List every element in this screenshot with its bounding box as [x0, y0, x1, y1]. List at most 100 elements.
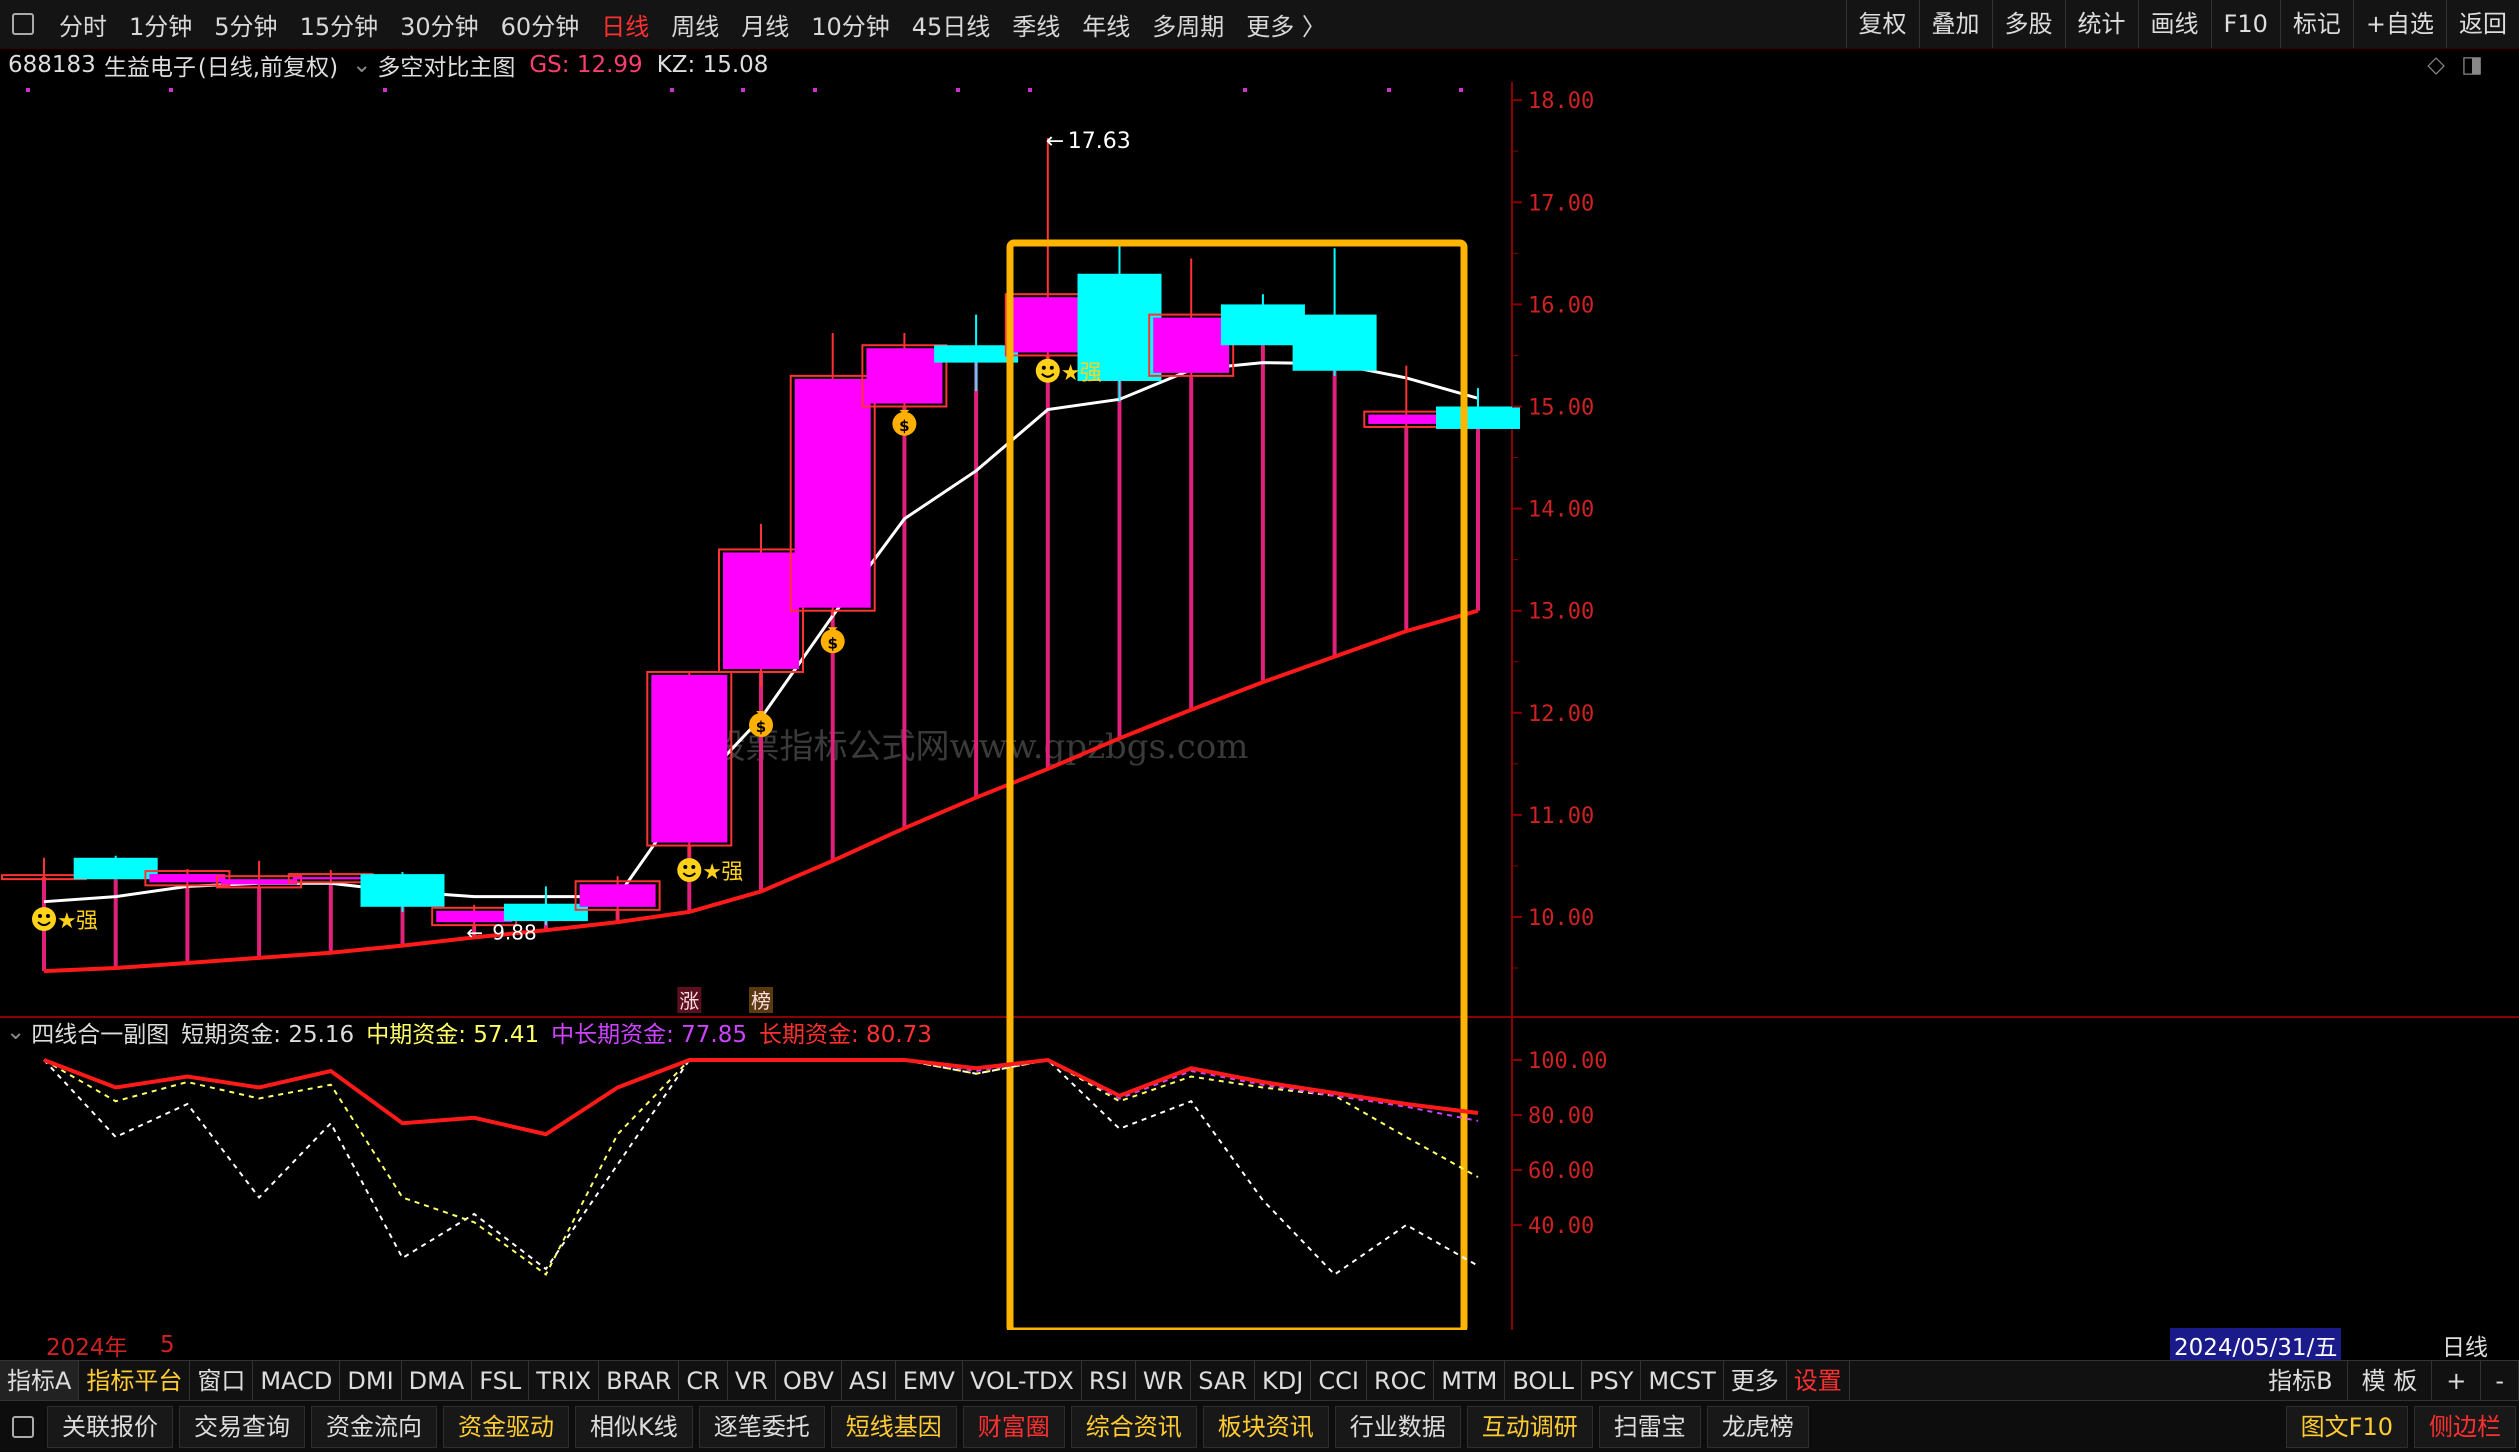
- menu-icon[interactable]: [12, 1415, 34, 1438]
- axis-label-main: 11.00: [1528, 804, 1594, 829]
- tab-14[interactable]: VOL-TDX: [963, 1361, 1082, 1401]
- bottom-right-0[interactable]: 图文F10: [2285, 1406, 2408, 1448]
- marker-dot: [26, 88, 30, 92]
- candlestick-chart[interactable]: 股票指标公式网www.gpzbgs.com ★ 强★ 强$$$★ 强 17.63←← 9…: [0, 82, 2519, 1330]
- mid-long-term-fund: 中长期资金: 77.85: [551, 1022, 747, 1048]
- tab-right-3[interactable]: -: [2481, 1361, 2519, 1401]
- tab-26[interactable]: 设置: [1787, 1361, 1850, 1401]
- tab-22[interactable]: BOLL: [1505, 1361, 1583, 1401]
- period-1[interactable]: 1分钟: [118, 7, 203, 42]
- tab-1[interactable]: 指标平台: [79, 1361, 191, 1401]
- tab-23[interactable]: PSY: [1582, 1361, 1642, 1401]
- period-7[interactable]: 周线: [660, 7, 730, 42]
- period-6[interactable]: 日线: [590, 7, 660, 42]
- period-3[interactable]: 15分钟: [289, 7, 390, 42]
- candle-body: [651, 674, 728, 843]
- period-4[interactable]: 30分钟: [389, 7, 490, 42]
- period-12[interactable]: 年线: [1071, 7, 1141, 42]
- period-14[interactable]: 更多 〉: [1235, 7, 1337, 42]
- period-13[interactable]: 多周期: [1141, 7, 1235, 42]
- toolbar-button-5[interactable]: F10: [2210, 0, 2280, 48]
- smile-icon: [32, 907, 56, 932]
- sub-indicator-name[interactable]: 四线合一副图: [31, 1015, 169, 1049]
- tab-3[interactable]: MACD: [253, 1361, 341, 1401]
- indicator-name[interactable]: 多空对比主图: [377, 48, 515, 82]
- tab-8[interactable]: BRAR: [599, 1361, 680, 1401]
- bottom-button-2[interactable]: 资金流向: [311, 1405, 437, 1448]
- bottom-button-13[interactable]: 龙虎榜: [1706, 1405, 1809, 1448]
- candle-body: [723, 552, 799, 669]
- dropdown-icon[interactable]: ⌄: [6, 1019, 25, 1045]
- tab-10[interactable]: VR: [728, 1361, 776, 1401]
- toolbar-button-4[interactable]: 画线: [2137, 0, 2211, 48]
- period-11[interactable]: 季线: [1001, 7, 1071, 42]
- tab-9[interactable]: CR: [679, 1361, 728, 1401]
- tab-4[interactable]: DMI: [340, 1361, 402, 1401]
- tab-2[interactable]: 窗口: [190, 1361, 254, 1401]
- period-10[interactable]: 45日线: [901, 7, 1002, 42]
- toolbar-button-8[interactable]: 返回: [2446, 0, 2519, 48]
- menu-icon[interactable]: [12, 13, 34, 35]
- dropdown-icon[interactable]: ⌄: [352, 52, 371, 78]
- bottom-button-5[interactable]: 逐笔委托: [698, 1405, 825, 1448]
- period-0[interactable]: 分时: [48, 7, 118, 42]
- bottom-button-6[interactable]: 短线基因: [830, 1405, 957, 1448]
- tab-0[interactable]: 指标A: [0, 1361, 80, 1401]
- tab-18[interactable]: KDJ: [1255, 1361, 1312, 1401]
- kz-value: KZ: 15.08: [656, 52, 769, 78]
- tab-21[interactable]: MTM: [1434, 1361, 1506, 1401]
- bottom-button-7[interactable]: 财富圈: [962, 1405, 1065, 1448]
- bottom-button-1[interactable]: 交易查询: [179, 1405, 305, 1448]
- tab-16[interactable]: WR: [1136, 1361, 1192, 1401]
- bottom-button-8[interactable]: 综合资讯: [1070, 1405, 1197, 1448]
- candle-body: [866, 348, 943, 404]
- tab-15[interactable]: RSI: [1082, 1361, 1136, 1401]
- axis-label-sub: 100.00: [1528, 1049, 1607, 1074]
- axis-label-sub: 60.00: [1528, 1159, 1594, 1184]
- tab-5[interactable]: DMA: [402, 1361, 473, 1401]
- tab-25[interactable]: 更多: [1724, 1361, 1787, 1401]
- bottom-button-3[interactable]: 资金驱动: [443, 1405, 569, 1448]
- bottom-button-4[interactable]: 相似K线: [575, 1405, 693, 1448]
- tab-20[interactable]: ROC: [1367, 1361, 1435, 1401]
- tab-right: 指标B 模 板 + -: [2254, 1361, 2519, 1401]
- panel-toggle-icon[interactable]: ◨: [2461, 52, 2483, 78]
- marker-dot: [741, 88, 745, 92]
- toolbar-button-7[interactable]: +自选: [2352, 0, 2446, 48]
- bottom-button-11[interactable]: 互动调研: [1466, 1405, 1593, 1448]
- bottom-button-10[interactable]: 行业数据: [1334, 1405, 1461, 1448]
- tab-12[interactable]: ASI: [842, 1361, 896, 1401]
- tab-right-1[interactable]: 模 板: [2348, 1361, 2433, 1401]
- toolbar-button-1[interactable]: 叠加: [1918, 0, 1992, 48]
- bottom-button-9[interactable]: 板块资讯: [1202, 1405, 1329, 1448]
- toolbar-button-3[interactable]: 统计: [2064, 0, 2138, 48]
- tab-19[interactable]: CCI: [1311, 1361, 1367, 1401]
- period-9[interactable]: 10分钟: [800, 7, 901, 42]
- bottom-button-12[interactable]: 扫雷宝: [1598, 1405, 1701, 1448]
- tab-11[interactable]: OBV: [776, 1361, 842, 1401]
- toolbar-button-2[interactable]: 多股: [1991, 0, 2065, 48]
- period-5[interactable]: 60分钟: [490, 7, 591, 42]
- tab-right-0[interactable]: 指标B: [2254, 1361, 2348, 1401]
- candle-body: [1292, 314, 1377, 371]
- low-price-label: 9.88: [492, 920, 537, 944]
- bottom-button-0[interactable]: 关联报价: [47, 1405, 173, 1448]
- tab-24[interactable]: MCST: [1641, 1361, 1724, 1401]
- diamond-icon[interactable]: ◇: [2427, 52, 2445, 78]
- indicator-tabs: 指标A 指标平台 窗口 MACD DMI DMA FSL TRIX BRAR CR VR OBV ASI…: [0, 1360, 2519, 1401]
- bottom-right-1[interactable]: 侧边栏: [2414, 1406, 2516, 1448]
- tab-6[interactable]: FSL: [472, 1361, 530, 1401]
- tab-right-2[interactable]: +: [2432, 1361, 2482, 1401]
- candle-body: [1153, 317, 1230, 373]
- axis-label-main: 13.00: [1528, 600, 1594, 625]
- period-8[interactable]: 月线: [730, 7, 800, 42]
- period-2[interactable]: 5分钟: [203, 7, 288, 42]
- smile-eye: [1041, 365, 1046, 370]
- toolbar-button-6[interactable]: 标记: [2279, 0, 2353, 48]
- tab-13[interactable]: EMV: [896, 1361, 963, 1401]
- candle-body: [1220, 304, 1305, 346]
- toolbar-button-0[interactable]: 复权: [1845, 0, 1919, 48]
- tab-17[interactable]: SAR: [1191, 1361, 1256, 1401]
- tab-7[interactable]: TRIX: [529, 1361, 600, 1401]
- month-label: 5: [160, 1332, 175, 1358]
